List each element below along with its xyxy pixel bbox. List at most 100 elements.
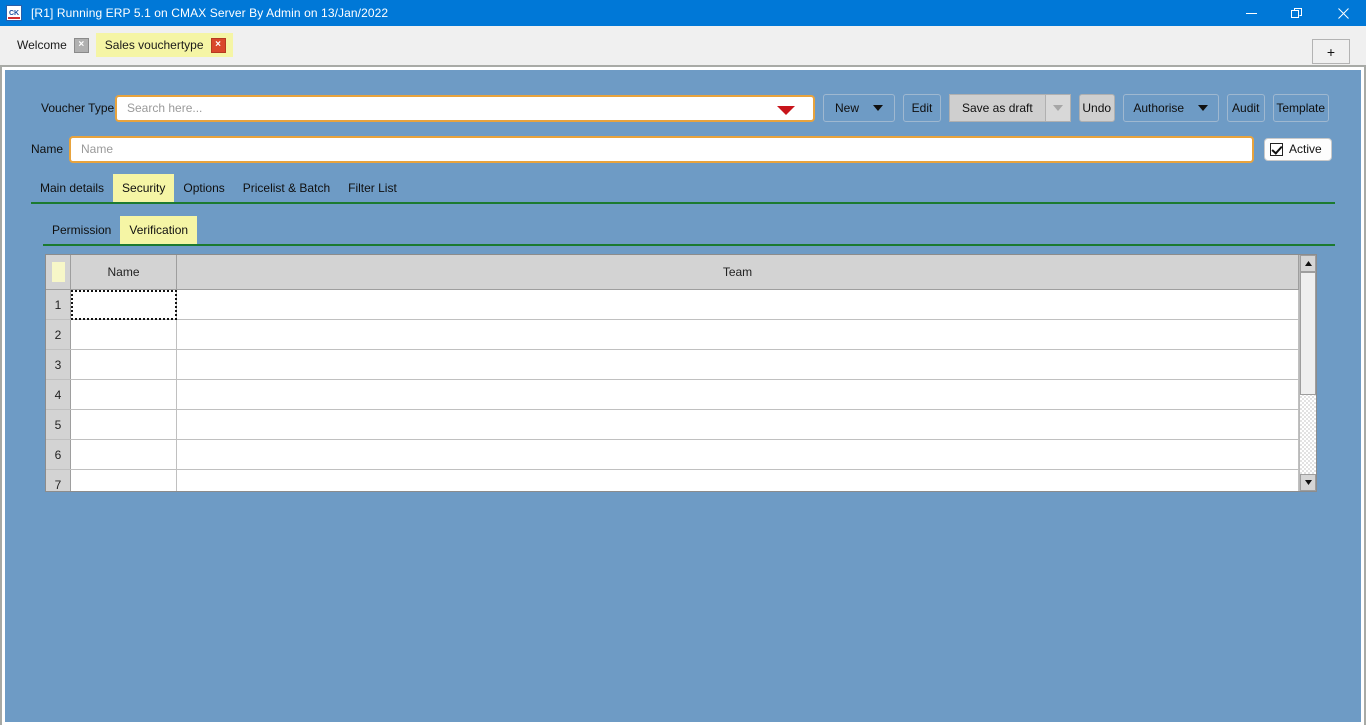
tab-label: Security — [122, 181, 166, 195]
grid-body: 1 2 3 4 5 6 7 — [46, 289, 1299, 491]
cell-team[interactable] — [176, 439, 1299, 470]
app-icon: CK — [6, 5, 22, 21]
row-number[interactable]: 7 — [46, 469, 71, 491]
verification-grid: Name Team 1 2 3 4 5 6 7 — [45, 254, 1317, 492]
cell-name[interactable] — [70, 349, 177, 380]
row-number[interactable]: 6 — [46, 439, 71, 470]
tab-label: Main details — [40, 181, 105, 195]
save-as-draft-split-button[interactable]: Save as draft — [949, 94, 1071, 122]
scrollbar-track[interactable] — [1300, 272, 1316, 474]
cell-name[interactable] — [70, 379, 177, 410]
content-frame: Voucher Type New Edit Save as draft Undo… — [0, 65, 1366, 725]
name-label: Name — [31, 142, 64, 156]
edit-button-label: Edit — [911, 101, 933, 115]
doc-tab-close-icon[interactable]: × — [73, 37, 89, 53]
subtab-label: Permission — [52, 223, 112, 237]
cell-team[interactable] — [176, 349, 1299, 380]
tab-options[interactable]: Options — [174, 174, 233, 202]
main-tab-bar: Main details Security Options Pricelist … — [31, 174, 1335, 204]
tab-pricelist-batch[interactable]: Pricelist & Batch — [234, 174, 339, 202]
doc-tab-close-icon[interactable]: × — [210, 37, 226, 53]
restore-icon — [1291, 8, 1302, 18]
grid-body-viewport: Name Team 1 2 3 4 5 6 7 — [46, 255, 1299, 491]
voucher-type-row: Voucher Type New Edit Save as draft Undo… — [5, 92, 1361, 124]
chevron-down-icon — [1304, 480, 1312, 485]
app-icon-label: CK — [8, 9, 20, 17]
undo-button[interactable]: Undo — [1078, 94, 1115, 122]
minimize-button[interactable] — [1228, 0, 1274, 26]
cell-team[interactable] — [176, 379, 1299, 410]
active-checkbox[interactable]: Active — [1264, 137, 1332, 161]
cell-name[interactable] — [70, 469, 177, 491]
table-row[interactable]: 1 — [46, 289, 1299, 320]
cell-name[interactable] — [70, 319, 177, 350]
grid-header-team[interactable]: Team — [176, 255, 1299, 290]
audit-button[interactable]: Audit — [1226, 94, 1265, 122]
grid-header-name[interactable]: Name — [70, 255, 177, 290]
tab-filter-list[interactable]: Filter List — [339, 174, 406, 202]
row-number[interactable]: 3 — [46, 349, 71, 380]
checkbox-checked-icon[interactable] — [1270, 142, 1283, 156]
table-row[interactable]: 4 — [46, 379, 1299, 410]
cell-name[interactable] — [70, 409, 177, 440]
doc-tab-label: Sales vouchertype — [104, 38, 204, 52]
save-as-draft-dropdown-button[interactable] — [1044, 94, 1071, 122]
window-title: [R1] Running ERP 5.1 on CMAX Server By A… — [31, 6, 389, 20]
tab-label: Options — [183, 181, 225, 195]
save-as-draft-button[interactable]: Save as draft — [949, 94, 1045, 122]
row-number[interactable]: 5 — [46, 409, 71, 440]
restore-button[interactable] — [1274, 0, 1320, 26]
name-input[interactable] — [79, 141, 1252, 157]
scroll-down-button[interactable] — [1300, 474, 1316, 491]
grid-vertical-scrollbar[interactable] — [1299, 255, 1316, 491]
subtab-label: Verification — [129, 223, 189, 237]
chevron-down-icon — [1052, 105, 1063, 111]
row-number[interactable]: 2 — [46, 319, 71, 350]
cell-name[interactable] — [70, 439, 177, 470]
tab-label: Filter List — [348, 181, 397, 195]
authorise-button[interactable]: Authorise — [1122, 94, 1219, 122]
voucher-type-search-input[interactable] — [125, 100, 769, 116]
cell-team[interactable] — [176, 289, 1299, 320]
doc-tab-welcome[interactable]: Welcome × — [8, 33, 96, 57]
sub-tab-bar: Permission Verification — [43, 216, 1335, 246]
tab-main-details[interactable]: Main details — [31, 174, 113, 202]
new-button[interactable]: New — [823, 94, 895, 122]
name-field-box[interactable] — [69, 135, 1254, 163]
save-as-draft-label: Save as draft — [962, 101, 1033, 115]
cell-team[interactable] — [176, 319, 1299, 350]
chevron-down-icon[interactable] — [777, 105, 795, 115]
table-row[interactable]: 7 — [46, 469, 1299, 491]
edit-button[interactable]: Edit — [903, 94, 941, 122]
subtab-verification[interactable]: Verification — [120, 216, 198, 244]
grid-corner-marker-icon — [52, 262, 65, 282]
scroll-up-button[interactable] — [1300, 255, 1316, 272]
subtab-permission[interactable]: Permission — [43, 216, 120, 244]
table-row[interactable]: 2 — [46, 319, 1299, 350]
row-number[interactable]: 4 — [46, 379, 71, 410]
row-number[interactable]: 1 — [46, 289, 71, 320]
minimize-icon — [1245, 12, 1257, 14]
voucher-type-search-box[interactable] — [115, 94, 815, 122]
cell-team[interactable] — [176, 409, 1299, 440]
active-checkbox-label: Active — [1289, 142, 1322, 156]
doc-tab-sales-vouchertype[interactable]: Sales vouchertype × — [95, 33, 233, 57]
tab-security[interactable]: Security — [113, 174, 175, 202]
close-icon — [1337, 7, 1349, 19]
add-tab-button[interactable]: + — [1312, 39, 1350, 64]
authorise-button-label: Authorise — [1133, 101, 1185, 115]
template-button[interactable]: Template — [1272, 94, 1329, 122]
new-button-label: New — [834, 101, 859, 115]
audit-button-label: Audit — [1232, 101, 1260, 115]
table-row[interactable]: 5 — [46, 409, 1299, 440]
close-button[interactable] — [1320, 0, 1366, 26]
chevron-down-icon — [873, 105, 883, 111]
document-tab-strip: Welcome × Sales vouchertype × + — [0, 26, 1366, 65]
table-row[interactable]: 3 — [46, 349, 1299, 380]
scrollbar-thumb[interactable] — [1300, 272, 1316, 395]
cell-team[interactable] — [176, 469, 1299, 491]
cell-name[interactable] — [70, 289, 177, 320]
tab-label: Pricelist & Batch — [242, 181, 331, 195]
table-row[interactable]: 6 — [46, 439, 1299, 470]
grid-corner-header[interactable] — [46, 255, 71, 290]
